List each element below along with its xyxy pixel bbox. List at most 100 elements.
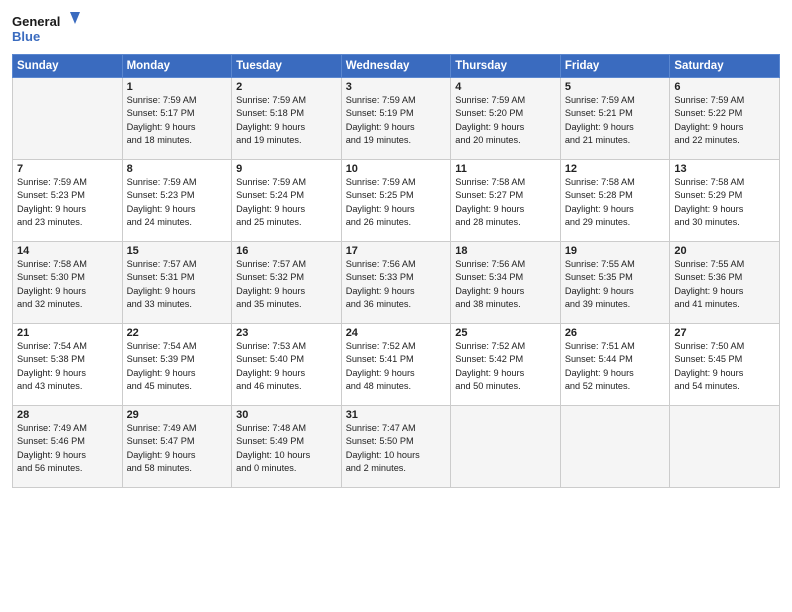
day-info: Sunrise: 7:52 AM Sunset: 5:41 PM Dayligh…: [346, 340, 447, 393]
day-info: Sunrise: 7:57 AM Sunset: 5:32 PM Dayligh…: [236, 258, 337, 311]
calendar-cell: 29Sunrise: 7:49 AM Sunset: 5:47 PM Dayli…: [122, 406, 232, 488]
day-info: Sunrise: 7:59 AM Sunset: 5:21 PM Dayligh…: [565, 94, 666, 147]
calendar-cell: 6Sunrise: 7:59 AM Sunset: 5:22 PM Daylig…: [670, 78, 780, 160]
day-number: 7: [17, 163, 118, 175]
calendar-cell: 8Sunrise: 7:59 AM Sunset: 5:23 PM Daylig…: [122, 160, 232, 242]
day-info: Sunrise: 7:52 AM Sunset: 5:42 PM Dayligh…: [455, 340, 556, 393]
calendar-cell: 14Sunrise: 7:58 AM Sunset: 5:30 PM Dayli…: [13, 242, 123, 324]
calendar-cell: 27Sunrise: 7:50 AM Sunset: 5:45 PM Dayli…: [670, 324, 780, 406]
day-number: 13: [674, 163, 775, 175]
day-info: Sunrise: 7:59 AM Sunset: 5:18 PM Dayligh…: [236, 94, 337, 147]
header: General Blue: [12, 10, 780, 48]
calendar-cell: 12Sunrise: 7:58 AM Sunset: 5:28 PM Dayli…: [560, 160, 670, 242]
day-info: Sunrise: 7:57 AM Sunset: 5:31 PM Dayligh…: [127, 258, 228, 311]
day-number: 8: [127, 163, 228, 175]
day-number: 16: [236, 245, 337, 257]
day-info: Sunrise: 7:59 AM Sunset: 5:23 PM Dayligh…: [17, 176, 118, 229]
day-header: Wednesday: [341, 55, 451, 78]
calendar-cell: 11Sunrise: 7:58 AM Sunset: 5:27 PM Dayli…: [451, 160, 561, 242]
day-number: 5: [565, 81, 666, 93]
calendar-cell: 5Sunrise: 7:59 AM Sunset: 5:21 PM Daylig…: [560, 78, 670, 160]
calendar-cell: 23Sunrise: 7:53 AM Sunset: 5:40 PM Dayli…: [232, 324, 342, 406]
day-number: 24: [346, 327, 447, 339]
day-info: Sunrise: 7:51 AM Sunset: 5:44 PM Dayligh…: [565, 340, 666, 393]
calendar-week-row: 14Sunrise: 7:58 AM Sunset: 5:30 PM Dayli…: [13, 242, 780, 324]
calendar-cell: [13, 78, 123, 160]
svg-text:Blue: Blue: [12, 29, 40, 44]
calendar-cell: 7Sunrise: 7:59 AM Sunset: 5:23 PM Daylig…: [13, 160, 123, 242]
calendar-cell: 21Sunrise: 7:54 AM Sunset: 5:38 PM Dayli…: [13, 324, 123, 406]
calendar-cell: 22Sunrise: 7:54 AM Sunset: 5:39 PM Dayli…: [122, 324, 232, 406]
calendar-cell: 1Sunrise: 7:59 AM Sunset: 5:17 PM Daylig…: [122, 78, 232, 160]
calendar-cell: 4Sunrise: 7:59 AM Sunset: 5:20 PM Daylig…: [451, 78, 561, 160]
calendar-cell: 28Sunrise: 7:49 AM Sunset: 5:46 PM Dayli…: [13, 406, 123, 488]
calendar-cell: 24Sunrise: 7:52 AM Sunset: 5:41 PM Dayli…: [341, 324, 451, 406]
day-info: Sunrise: 7:59 AM Sunset: 5:20 PM Dayligh…: [455, 94, 556, 147]
calendar-cell: 16Sunrise: 7:57 AM Sunset: 5:32 PM Dayli…: [232, 242, 342, 324]
day-header: Friday: [560, 55, 670, 78]
calendar-cell: [451, 406, 561, 488]
day-number: 14: [17, 245, 118, 257]
day-info: Sunrise: 7:58 AM Sunset: 5:29 PM Dayligh…: [674, 176, 775, 229]
calendar-cell: 15Sunrise: 7:57 AM Sunset: 5:31 PM Dayli…: [122, 242, 232, 324]
day-header: Thursday: [451, 55, 561, 78]
logo-svg: General Blue: [12, 10, 82, 48]
calendar-cell: 19Sunrise: 7:55 AM Sunset: 5:35 PM Dayli…: [560, 242, 670, 324]
calendar-week-row: 1Sunrise: 7:59 AM Sunset: 5:17 PM Daylig…: [13, 78, 780, 160]
day-number: 19: [565, 245, 666, 257]
calendar-cell: 2Sunrise: 7:59 AM Sunset: 5:18 PM Daylig…: [232, 78, 342, 160]
day-info: Sunrise: 7:54 AM Sunset: 5:38 PM Dayligh…: [17, 340, 118, 393]
day-header: Monday: [122, 55, 232, 78]
day-number: 31: [346, 409, 447, 421]
day-number: 22: [127, 327, 228, 339]
calendar-cell: 26Sunrise: 7:51 AM Sunset: 5:44 PM Dayli…: [560, 324, 670, 406]
day-header: Saturday: [670, 55, 780, 78]
calendar-week-row: 28Sunrise: 7:49 AM Sunset: 5:46 PM Dayli…: [13, 406, 780, 488]
calendar-cell: 30Sunrise: 7:48 AM Sunset: 5:49 PM Dayli…: [232, 406, 342, 488]
day-number: 25: [455, 327, 556, 339]
calendar-table: SundayMondayTuesdayWednesdayThursdayFrid…: [12, 54, 780, 488]
calendar-cell: 25Sunrise: 7:52 AM Sunset: 5:42 PM Dayli…: [451, 324, 561, 406]
logo: General Blue: [12, 10, 82, 48]
day-number: 15: [127, 245, 228, 257]
day-number: 27: [674, 327, 775, 339]
calendar-cell: [560, 406, 670, 488]
day-number: 3: [346, 81, 447, 93]
day-number: 29: [127, 409, 228, 421]
svg-text:General: General: [12, 14, 60, 29]
calendar-cell: 20Sunrise: 7:55 AM Sunset: 5:36 PM Dayli…: [670, 242, 780, 324]
day-info: Sunrise: 7:49 AM Sunset: 5:47 PM Dayligh…: [127, 422, 228, 475]
day-info: Sunrise: 7:58 AM Sunset: 5:30 PM Dayligh…: [17, 258, 118, 311]
day-number: 11: [455, 163, 556, 175]
day-info: Sunrise: 7:55 AM Sunset: 5:36 PM Dayligh…: [674, 258, 775, 311]
day-number: 10: [346, 163, 447, 175]
day-number: 23: [236, 327, 337, 339]
day-info: Sunrise: 7:54 AM Sunset: 5:39 PM Dayligh…: [127, 340, 228, 393]
day-info: Sunrise: 7:49 AM Sunset: 5:46 PM Dayligh…: [17, 422, 118, 475]
day-info: Sunrise: 7:59 AM Sunset: 5:23 PM Dayligh…: [127, 176, 228, 229]
day-number: 26: [565, 327, 666, 339]
day-info: Sunrise: 7:53 AM Sunset: 5:40 PM Dayligh…: [236, 340, 337, 393]
day-info: Sunrise: 7:59 AM Sunset: 5:24 PM Dayligh…: [236, 176, 337, 229]
day-number: 30: [236, 409, 337, 421]
calendar-week-row: 21Sunrise: 7:54 AM Sunset: 5:38 PM Dayli…: [13, 324, 780, 406]
day-info: Sunrise: 7:48 AM Sunset: 5:49 PM Dayligh…: [236, 422, 337, 475]
day-number: 2: [236, 81, 337, 93]
day-number: 20: [674, 245, 775, 257]
calendar-cell: 10Sunrise: 7:59 AM Sunset: 5:25 PM Dayli…: [341, 160, 451, 242]
day-info: Sunrise: 7:55 AM Sunset: 5:35 PM Dayligh…: [565, 258, 666, 311]
day-info: Sunrise: 7:56 AM Sunset: 5:34 PM Dayligh…: [455, 258, 556, 311]
calendar-week-row: 7Sunrise: 7:59 AM Sunset: 5:23 PM Daylig…: [13, 160, 780, 242]
day-number: 6: [674, 81, 775, 93]
day-info: Sunrise: 7:50 AM Sunset: 5:45 PM Dayligh…: [674, 340, 775, 393]
day-info: Sunrise: 7:58 AM Sunset: 5:27 PM Dayligh…: [455, 176, 556, 229]
day-info: Sunrise: 7:59 AM Sunset: 5:19 PM Dayligh…: [346, 94, 447, 147]
day-info: Sunrise: 7:56 AM Sunset: 5:33 PM Dayligh…: [346, 258, 447, 311]
day-info: Sunrise: 7:58 AM Sunset: 5:28 PM Dayligh…: [565, 176, 666, 229]
calendar-cell: 13Sunrise: 7:58 AM Sunset: 5:29 PM Dayli…: [670, 160, 780, 242]
day-number: 21: [17, 327, 118, 339]
day-number: 28: [17, 409, 118, 421]
calendar-cell: 31Sunrise: 7:47 AM Sunset: 5:50 PM Dayli…: [341, 406, 451, 488]
calendar-cell: 18Sunrise: 7:56 AM Sunset: 5:34 PM Dayli…: [451, 242, 561, 324]
day-number: 9: [236, 163, 337, 175]
